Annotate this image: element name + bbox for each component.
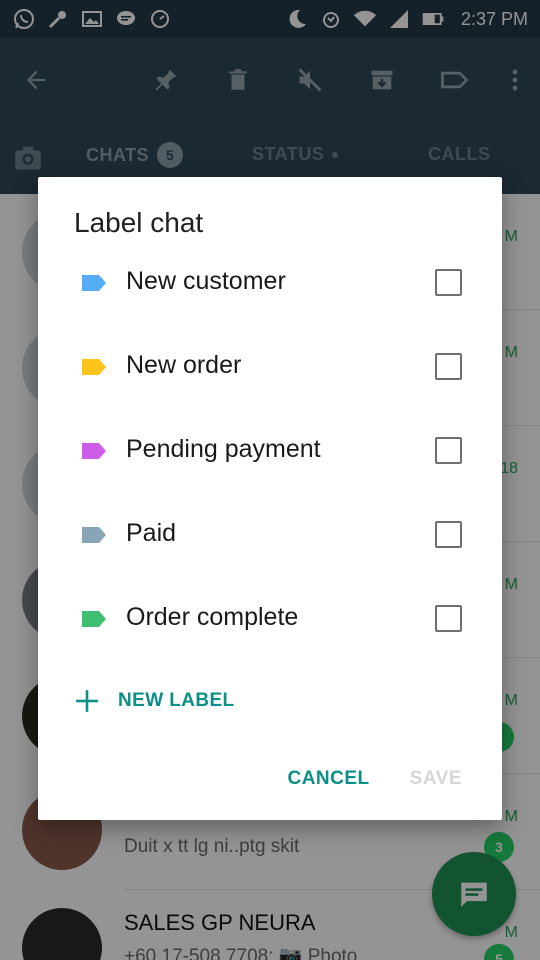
label-option-text: Paid (126, 519, 177, 547)
dialog-title: Label chat (74, 207, 204, 238)
label-tag-icon (82, 443, 106, 459)
cancel-button[interactable]: CANCEL (287, 768, 369, 790)
label-tag-icon (82, 527, 106, 543)
label-option-pending-payment[interactable]: Pending payment (38, 413, 502, 497)
new-label-button[interactable]: NEW LABEL (72, 683, 235, 719)
new-label-text: NEW LABEL (118, 690, 235, 711)
label-option-new-order[interactable]: New order (38, 329, 502, 413)
label-option-new-customer[interactable]: New customer (38, 245, 502, 329)
label-checkbox[interactable] (435, 353, 462, 380)
label-option-text: New customer (126, 267, 286, 295)
label-checkbox[interactable] (435, 269, 462, 296)
dialog-actions: CANCEL SAVE (287, 768, 462, 790)
label-tag-icon (82, 275, 106, 291)
label-checkbox[interactable] (435, 605, 462, 632)
label-option-text: Pending payment (126, 435, 321, 463)
label-checkbox[interactable] (435, 437, 462, 464)
save-button[interactable]: SAVE (410, 768, 462, 790)
label-chat-dialog: Label chat New customer New order Pendin… (38, 177, 502, 820)
label-option-text: Order complete (126, 603, 299, 631)
label-tag-icon (82, 611, 106, 627)
label-tag-icon (82, 359, 106, 375)
label-option-paid[interactable]: Paid (38, 497, 502, 581)
label-option-order-complete[interactable]: Order complete (38, 581, 502, 665)
label-option-text: New order (126, 351, 242, 379)
plus-icon (72, 686, 102, 716)
label-checkbox[interactable] (435, 521, 462, 548)
